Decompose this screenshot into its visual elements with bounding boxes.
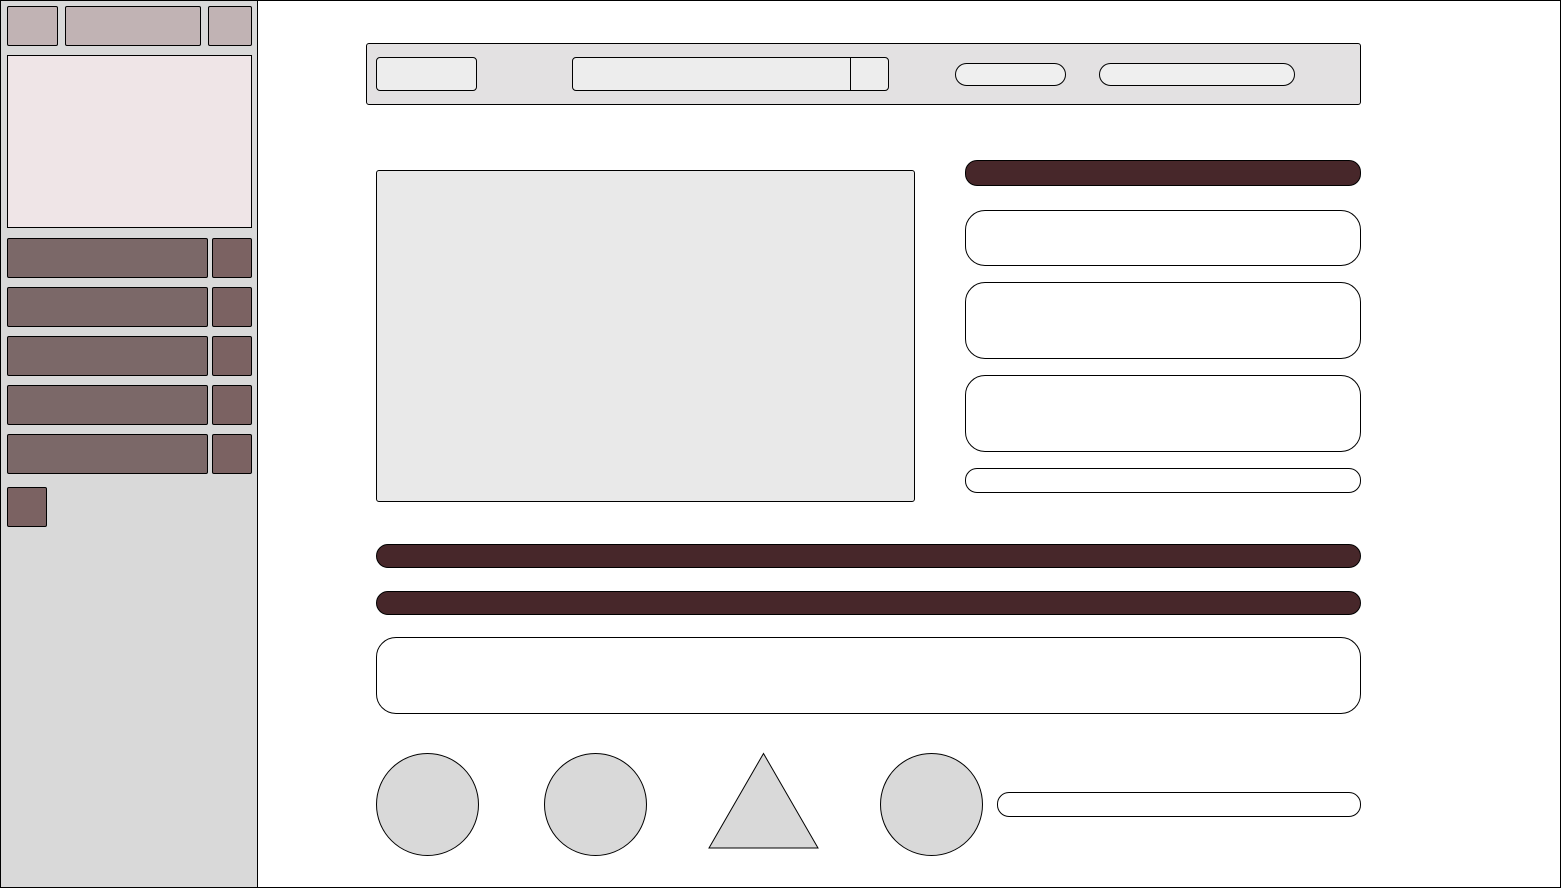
sidebar-top-button-3[interactable] [208,6,252,46]
right-panel-footer-field[interactable] [965,468,1361,493]
full-width-bar-2 [376,591,1361,615]
sidebar-row-4-action[interactable] [212,385,252,425]
sidebar-top-button-1[interactable] [7,6,58,46]
sidebar-add-button[interactable] [7,487,47,527]
search-input[interactable] [572,57,851,91]
circle-shape-1[interactable] [376,753,479,856]
toolbar-pill-short[interactable] [955,63,1066,86]
toolbar-left-button[interactable] [376,57,477,91]
triangle-shape[interactable] [708,752,820,850]
sidebar-row-5-action[interactable] [212,434,252,474]
right-panel-card-3[interactable] [965,375,1361,452]
sidebar-preview-panel [7,55,252,228]
sidebar-row-2[interactable] [7,287,208,327]
main-preview-area [376,170,915,502]
toolbar-pill-long[interactable] [1099,63,1295,86]
sidebar-row-2-action[interactable] [212,287,252,327]
sidebar-row-3-action[interactable] [212,336,252,376]
sidebar-row-5[interactable] [7,434,208,474]
sidebar-row-1[interactable] [7,238,208,278]
right-panel-card-2[interactable] [965,282,1361,359]
sidebar-row-4[interactable] [7,385,208,425]
circle-shape-2[interactable] [544,753,647,856]
right-panel-header-bar [965,160,1361,186]
sidebar-row-1-action[interactable] [212,238,252,278]
sidebar-row-3[interactable] [7,336,208,376]
wide-content-card[interactable] [376,637,1361,714]
sidebar-top-button-2[interactable] [65,6,201,46]
bottom-input-field[interactable] [997,792,1361,817]
full-width-bar-1 [376,544,1361,568]
search-button[interactable] [850,57,889,91]
right-panel-card-1[interactable] [965,210,1361,266]
circle-shape-3[interactable] [880,753,983,856]
